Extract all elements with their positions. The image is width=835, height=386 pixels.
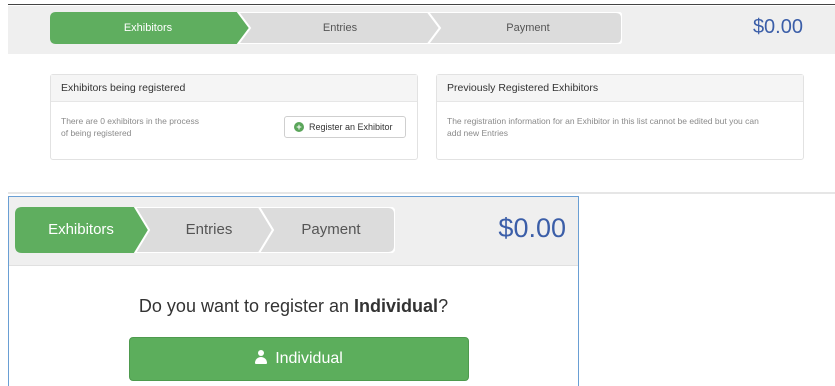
step-exhibitors[interactable]: Exhibitors [50, 12, 246, 44]
question-suffix: ? [438, 296, 449, 316]
progress-header: Exhibitors Entries Payment $0.00 [8, 6, 835, 54]
cart-total: $0.00 [498, 213, 566, 243]
panel-text: There are 0 exhibitors in the process of… [61, 115, 261, 139]
exhibitors-being-registered-panel: Exhibitors being registered There are 0 … [50, 74, 418, 160]
step-progress: Exhibitors Entries Payment [50, 12, 622, 44]
panel-text-line: There are 0 exhibitors in the process [61, 116, 199, 126]
step-progress: Exhibitors Entries Payment [15, 207, 395, 253]
step-payment[interactable]: Payment [267, 207, 395, 253]
exhibitors-overview-view: Exhibitors Entries Payment $0.00 Exhibit… [8, 6, 835, 194]
question-bold: Individual [354, 296, 439, 316]
step-payment[interactable]: Payment [434, 12, 622, 44]
previously-registered-panel: Previously Registered Exhibitors The reg… [436, 74, 804, 160]
panel-text-line: add new Entries [447, 128, 508, 138]
register-exhibitor-button[interactable]: + Register an Exhibitor [284, 116, 406, 138]
question-prefix: Do you want to register an [138, 296, 355, 316]
register-question: Do you want to register an Individual? [9, 296, 578, 317]
step-entries[interactable]: Entries [143, 207, 275, 253]
panel-title: Previously Registered Exhibitors [437, 75, 803, 102]
register-individual-view: Exhibitors Entries Payment $0.00 Do you … [8, 196, 579, 386]
top-border-line [8, 4, 835, 5]
panel-title: Exhibitors being registered [51, 75, 417, 102]
divider [8, 192, 835, 194]
individual-button-label: Individual [275, 350, 343, 367]
register-exhibitor-label: Register an Exhibitor [309, 122, 393, 132]
cart-total: $0.00 [752, 16, 803, 38]
step-exhibitors[interactable]: Exhibitors [15, 207, 147, 253]
individual-button[interactable]: Individual [129, 337, 469, 381]
panel-text-line: of being registered [61, 128, 132, 138]
plus-circle-icon: + [294, 122, 304, 132]
step-entries[interactable]: Entries [242, 12, 438, 44]
user-icon [255, 350, 268, 364]
panel-text-line: The registration information for an Exhi… [447, 116, 759, 126]
progress-header: Exhibitors Entries Payment $0.00 [9, 197, 578, 266]
panel-text: The registration information for an Exhi… [447, 115, 799, 139]
